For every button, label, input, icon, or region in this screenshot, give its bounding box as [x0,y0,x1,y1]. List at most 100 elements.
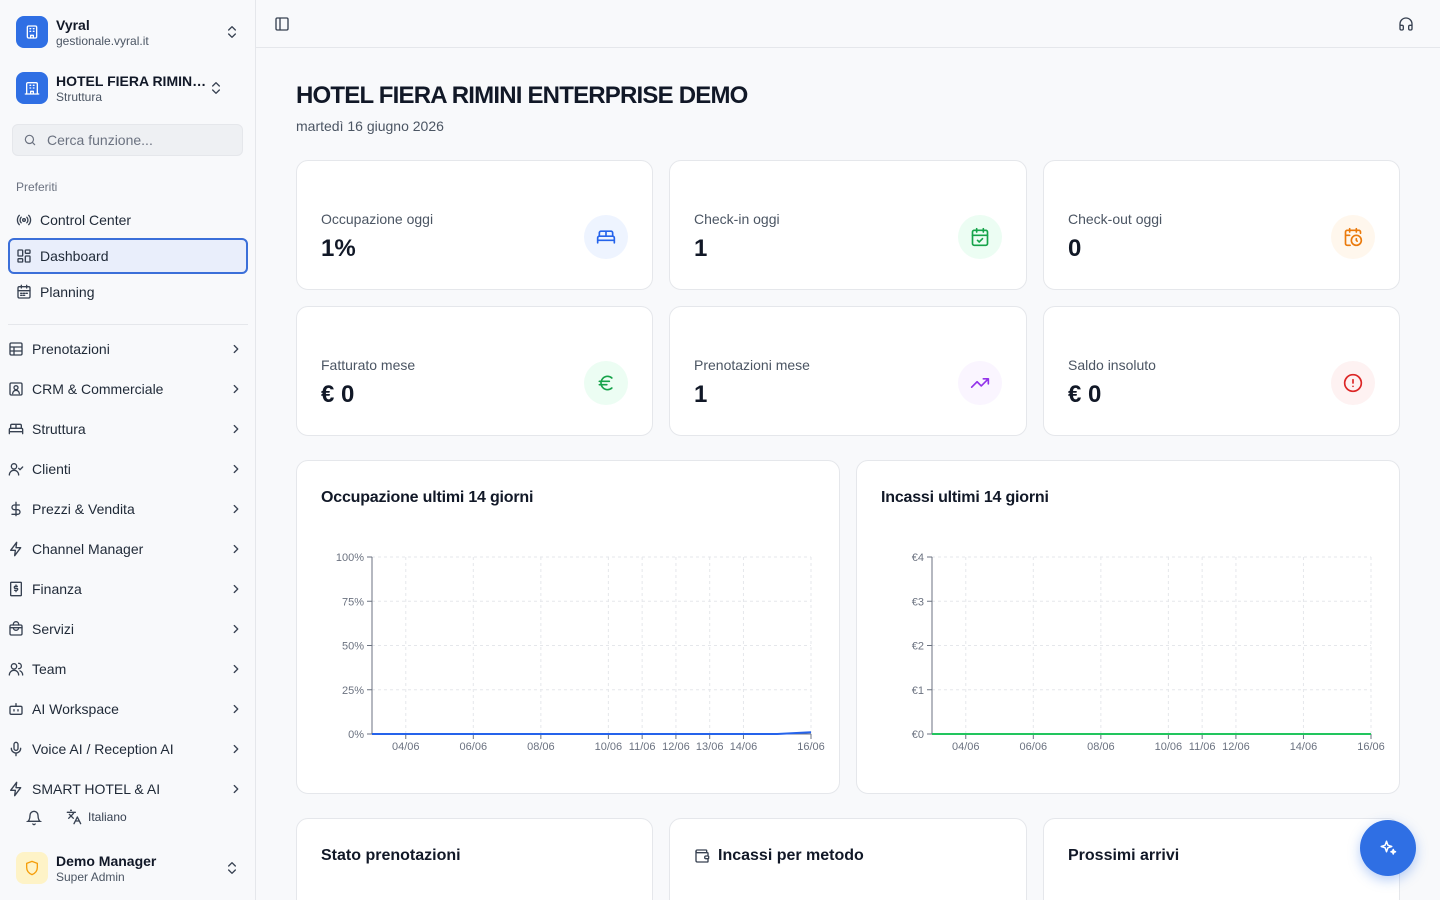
nav-item-label: Team [32,661,67,677]
nav-item-voice-ai[interactable]: Voice AI / Reception AI [0,729,255,769]
language-label: Italiano [88,810,127,824]
nav-item-team[interactable]: Team [0,649,255,689]
chart-card-occupancy: Occupazione ultimi 14 giorni 0% 25% 50% 75%… [296,460,840,794]
panel-left-icon [274,16,290,32]
stat-card-checkout: Check-out oggi 0 [1043,160,1400,290]
x-tick-label: 14/06 [730,741,758,753]
org-switcher[interactable]: Vyral gestionale.vyral.it [8,8,248,56]
user-menu[interactable]: Demo Manager Super Admin [8,844,248,892]
nav-item-label: Servizi [32,621,75,637]
language-selector[interactable]: Italiano [66,809,127,825]
x-tick-label: 08/06 [527,741,555,753]
stat-card-occupancy: Occupazione oggi 1% [296,160,653,290]
users-icon [8,661,24,677]
headset-icon [1398,16,1414,32]
page-title: HOTEL FIERA RIMINI ENTERPRISE DEMO [296,82,748,109]
divider [8,324,248,325]
x-tick-label: 04/06 [392,741,420,753]
dashboard-icon [16,248,32,264]
fav-item-label: Planning [40,284,95,300]
chevron-right-icon [229,702,243,716]
nav-item-label: SMART HOTEL & AI [32,781,161,797]
hotel-icon [16,72,48,104]
stat-card-revenue: Fatturato mese € 0 [296,306,653,436]
sidebar-footer-tools: Italiano [0,805,255,831]
shield-icon [16,852,48,884]
chevrons-up-down-icon [224,860,240,876]
function-search[interactable] [12,124,243,156]
nav-item-label: Struttura [32,421,86,437]
x-tick-label: 12/06 [1222,741,1250,753]
nav-item-label: Clienti [32,461,71,477]
search-input[interactable] [47,132,227,148]
fav-item-label: Control Center [40,212,132,228]
card-title: Incassi per metodo [694,847,864,865]
x-tick-label: 10/06 [1155,741,1183,753]
stat-value: 1 [694,381,708,408]
nav-item-label: Finanza [32,581,82,597]
upcoming-arrivals-card: Prossimi arrivi [1043,818,1400,900]
alert-circle-icon [1331,361,1375,405]
nav-item-clienti[interactable]: Clienti [0,449,255,489]
fav-item-dashboard[interactable]: Dashboard [8,238,248,274]
stat-card-checkin: Check-in oggi 1 [669,160,1027,290]
occupancy-chart: 0% 25% 50% 75% 100% 04/06 06/06 08/06 10/06 11/06… [336,552,825,753]
property-switcher[interactable]: HOTEL FIERA RIMINI ENTERPRISE DEMO Strut… [8,64,248,112]
nav-item-label: AI Workspace [32,701,119,717]
y-tick-label: 75% [342,596,364,608]
x-tick-label: 13/06 [696,741,724,753]
chevron-right-icon [229,502,243,516]
chevron-right-icon [229,422,243,436]
y-tick-label: €2 [912,641,924,653]
broadcast-icon [16,212,32,228]
zap-icon [8,541,24,557]
top-bar [256,0,1440,48]
sidebar-toggle-button[interactable] [272,14,292,34]
x-tick-label: 14/06 [1290,741,1318,753]
search-icon [23,133,37,147]
org-domain: gestionale.vyral.it [56,33,149,48]
chart-card-revenue: Incassi ultimi 14 giorni €0 €1 €2 €3 €4 04/06… [856,460,1400,794]
nav-item-channel-manager[interactable]: Channel Manager [0,529,255,569]
fav-item-planning[interactable]: Planning [8,276,248,308]
chevron-right-icon [229,662,243,676]
nav-item-prenotazioni[interactable]: Prenotazioni [0,329,255,369]
booking-status-card: Stato prenotazioni [296,818,653,900]
stat-value: 1% [321,235,356,262]
y-tick-label: 25% [342,685,364,697]
table-icon [8,341,24,357]
nav-item-crm[interactable]: CRM & Commerciale [0,369,255,409]
nav-menu: Prenotazioni CRM & Commerciale Struttura… [0,329,255,797]
bell-icon[interactable] [26,810,42,826]
bed-icon [8,421,24,437]
property-name: HOTEL FIERA RIMINI ENTERPRISE DEMO [56,72,208,89]
page-date: martedì 16 giugno 2026 [296,118,444,134]
ai-assistant-button[interactable] [1360,820,1416,876]
x-tick-label: 16/06 [1357,741,1385,753]
nav-item-smart-hotel[interactable]: SMART HOTEL & AI [0,769,255,797]
stat-label: Check-in oggi [694,211,780,227]
support-button[interactable] [1396,14,1416,34]
nav-item-struttura[interactable]: Struttura [0,409,255,449]
chart-title: Occupazione ultimi 14 giorni [321,489,534,506]
nav-item-ai-workspace[interactable]: AI Workspace [0,689,255,729]
contact-icon [8,381,24,397]
bed-icon [584,215,628,259]
x-tick-label: 11/06 [1189,741,1216,753]
x-tick-label: 12/06 [662,741,690,753]
y-tick-label: €0 [912,729,924,741]
chevron-right-icon [229,342,243,356]
building-icon [16,16,48,48]
x-tick-label: 08/06 [1087,741,1115,753]
chevron-right-icon [229,782,243,796]
fav-item-control-center[interactable]: Control Center [8,204,248,236]
y-tick-label: €3 [912,596,924,608]
favorites-label: Preferiti [16,180,58,194]
chevron-right-icon [229,582,243,596]
nav-item-prezzi[interactable]: Prezzi & Vendita [0,489,255,529]
nav-item-finanza[interactable]: Finanza [0,569,255,609]
stat-label: Fatturato mese [321,357,416,373]
nav-item-servizi[interactable]: Servizi [0,609,255,649]
receipt-icon [8,581,24,597]
euro-icon [584,361,628,405]
